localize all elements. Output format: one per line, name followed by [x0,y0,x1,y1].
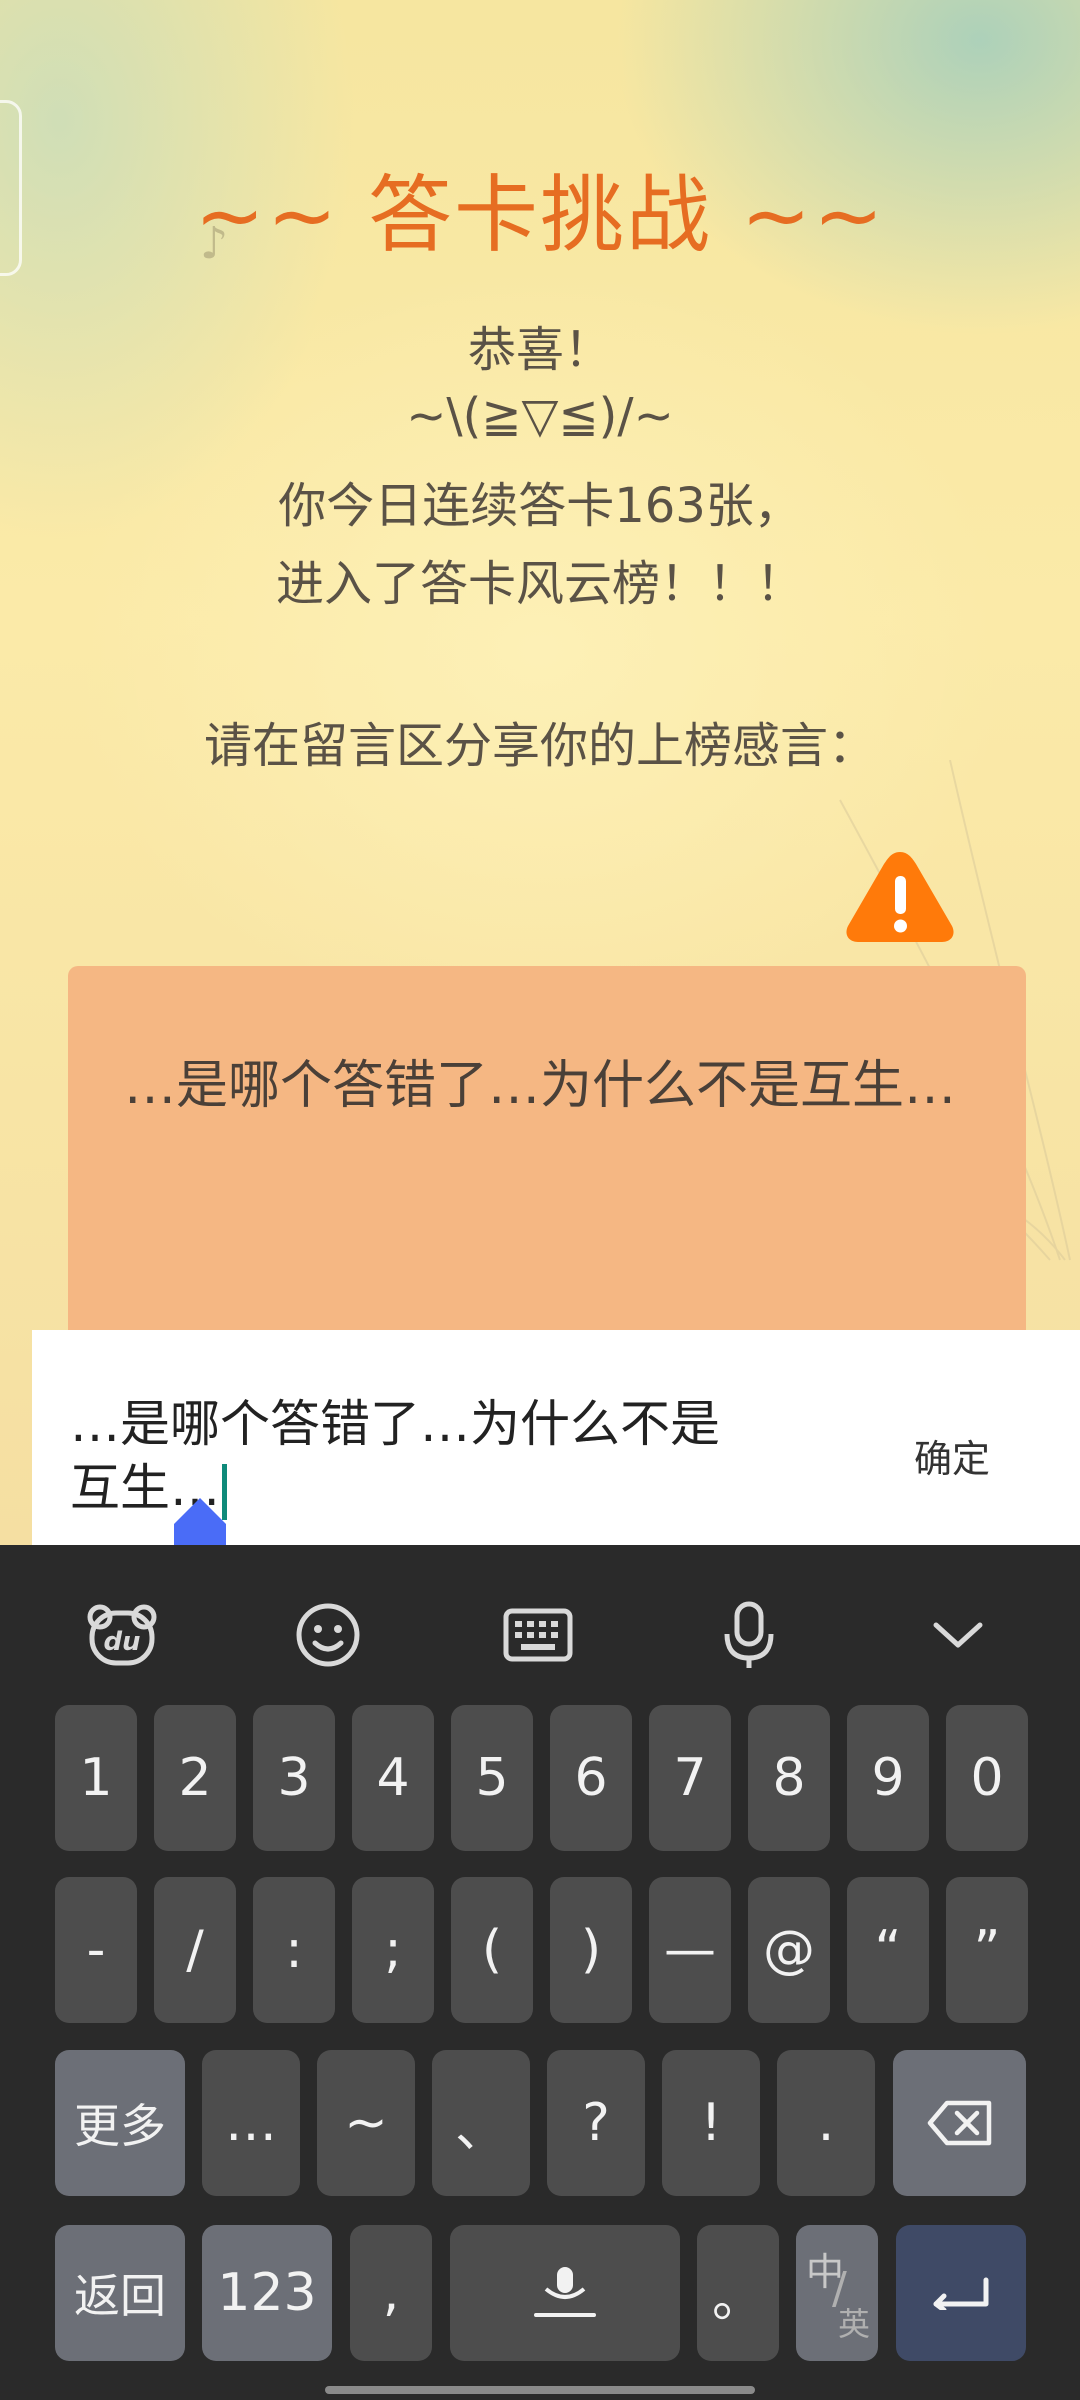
comment-text: …是哪个答错了…为什么不是互生… [124,1056,957,1116]
kaomoji-line: ~\(≧▽≦)/~ [406,388,674,444]
key-1[interactable]: 1 [55,1705,137,1851]
space-key[interactable] [450,2225,680,2361]
key-question[interactable]: ? [547,2050,645,2196]
backspace-key[interactable] [893,2050,1026,2196]
key-slash[interactable]: / [154,1877,236,2023]
page-title: ~~ 答卡挑战 ~~ [194,166,886,264]
lang-english-label: 英 [837,2305,870,2343]
key-exclamation[interactable]: ! [662,2050,760,2196]
enter-key[interactable] [896,2225,1026,2361]
key-4[interactable]: 4 [352,1705,434,1851]
language-switch-key[interactable]: 中 / 英 [796,2225,878,2361]
keyboard-icon[interactable] [498,1595,578,1675]
confirm-button[interactable]: 确定 [914,1428,990,1483]
key-2[interactable]: 2 [154,1705,236,1851]
key-hyphen[interactable]: - [55,1877,137,2023]
key-ideographic-comma[interactable]: 、 [432,2050,530,2196]
space-icon [534,2267,596,2317]
key-semicolon[interactable]: ; [352,1877,434,2023]
key-ellipsis[interactable]: … [202,2050,300,2196]
chevron-down-icon[interactable] [918,1595,998,1675]
key-em-dash[interactable]: — [649,1877,731,2023]
congrats-line: 恭喜！ [467,322,612,378]
emoji-icon[interactable] [288,1595,368,1675]
gesture-nav-bar[interactable] [325,2386,755,2394]
numeric-mode-key[interactable]: 123 [202,2225,332,2361]
share-prompt: 请在留言区分享你的上榜感言： [203,718,876,774]
back-key[interactable]: 返回 [55,2225,185,2361]
key-7[interactable]: 7 [649,1705,731,1851]
microphone-icon[interactable] [709,1595,789,1675]
key-3[interactable]: 3 [253,1705,335,1851]
key-at[interactable]: @ [748,1877,830,2023]
svg-text:du: du [103,1627,140,1657]
key-close-quote[interactable]: ” [946,1877,1028,2023]
baidu-du-icon[interactable]: du [82,1595,162,1675]
more-symbols-key[interactable]: 更多 [55,2050,185,2196]
key-period[interactable]: . [777,2050,875,2196]
backspace-icon [927,2100,991,2146]
leaderboard-line: 进入了答卡风云榜！！！ [275,556,804,612]
comment-card[interactable]: …是哪个答错了…为什么不是互生… [68,966,1026,1346]
streak-line: 你今日连续答卡163张， [278,478,802,534]
key-8[interactable]: 8 [748,1705,830,1851]
key-0[interactable]: 0 [946,1705,1028,1851]
key-5[interactable]: 5 [451,1705,533,1851]
warning-icon[interactable] [842,848,958,944]
key-6[interactable]: 6 [550,1705,632,1851]
key-open-quote[interactable]: “ [847,1877,929,2023]
key-comma[interactable]: , [350,2225,432,2361]
key-colon[interactable]: : [253,1877,335,2023]
input-line-1: …是哪个答错了…为什么不是 [70,1395,720,1453]
key-left-paren[interactable]: ( [451,1877,533,2023]
key-right-paren[interactable]: ) [550,1877,632,2023]
enter-icon [933,2277,989,2310]
key-tilde[interactable]: ~ [317,2050,415,2196]
key-full-stop[interactable]: 。 [697,2225,779,2361]
key-9[interactable]: 9 [847,1705,929,1851]
soft-keyboard: du 1 2 3 4 5 6 7 8 9 0 - /: ; () — @ “… [0,1545,1080,2400]
